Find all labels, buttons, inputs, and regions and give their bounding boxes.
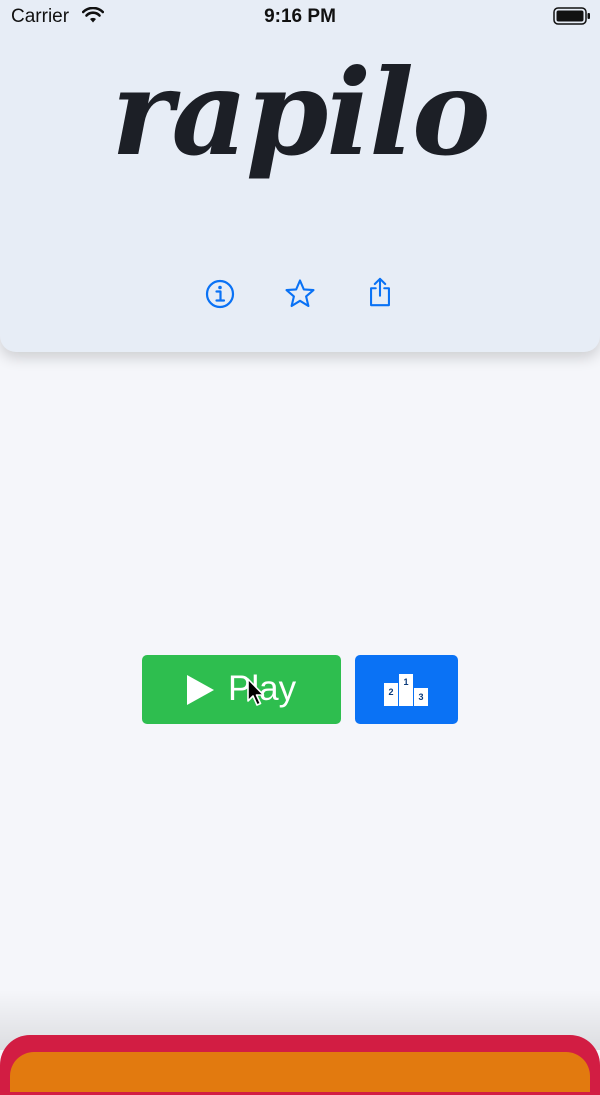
status-bar: Carrier 9:16 PM [0,0,600,34]
podium-icon: 2 1 3 [384,674,428,706]
app-logo: rapilo [111,43,491,182]
info-icon[interactable] [204,278,236,310]
header-card: Carrier 9:16 PM rapilo [0,0,600,352]
play-icon [187,675,214,705]
leaderboard-button[interactable]: 2 1 3 [355,655,458,724]
podium-second-label: 2 [388,687,393,697]
podium-first-label: 1 [403,677,408,687]
play-label: Play [228,669,297,708]
status-time: 9:16 PM [264,6,336,27]
battery-icon [553,7,590,25]
share-icon[interactable] [364,276,396,308]
podium-third-label: 3 [418,692,423,702]
bottom-card-orange[interactable] [10,1052,590,1092]
star-icon[interactable] [284,278,316,310]
play-button[interactable]: Play [142,655,341,724]
